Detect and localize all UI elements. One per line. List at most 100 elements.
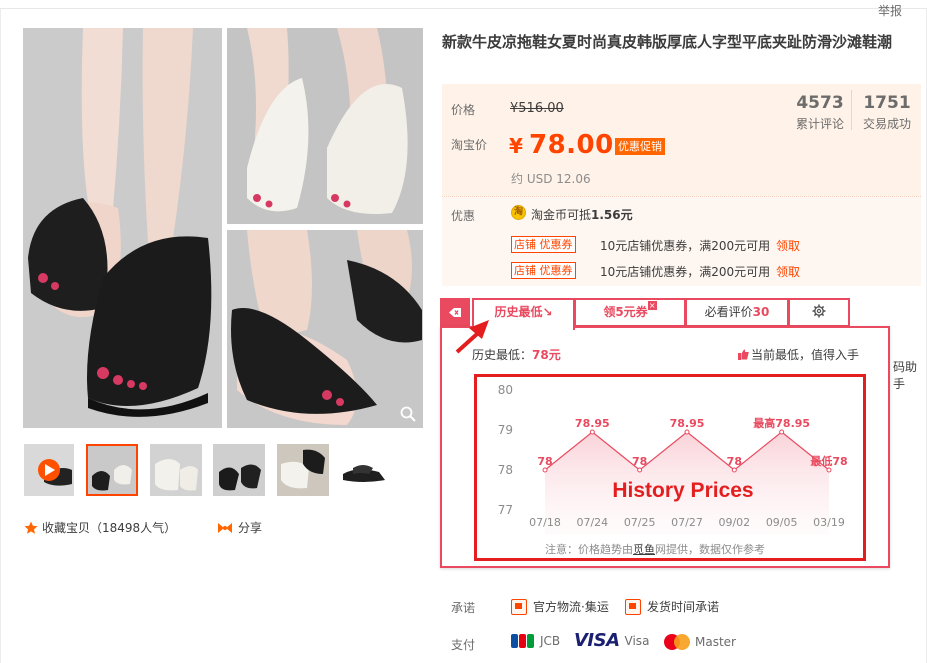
chart-note: 注意：价格趋势由觅鱼网提供，数据仅作参考	[545, 543, 765, 556]
price-label: 价格	[451, 103, 476, 117]
x-tick-label: 07/18	[529, 516, 561, 529]
usd-price: 约 USD 12.06	[511, 172, 591, 186]
share-icon	[218, 522, 232, 533]
zoom-icon[interactable]	[400, 406, 416, 422]
payment-master: Master	[664, 634, 736, 650]
y-tick-label: 79	[498, 423, 513, 437]
data-label: 78	[727, 455, 742, 468]
thumbnail-5[interactable]	[339, 444, 391, 496]
jcb-icon	[511, 634, 535, 648]
tab-label: 历史最低	[494, 305, 543, 319]
promo-badge[interactable]: 优惠促销	[615, 138, 665, 155]
price-point	[684, 429, 690, 435]
product-title: 新款牛皮凉拖鞋女夏时尚真皮韩版厚底人字型平底夹趾防滑沙滩鞋潮	[442, 33, 893, 51]
coupon-tag: 店铺 优惠券	[511, 262, 576, 279]
payment-text: Visa	[624, 633, 650, 648]
coin-icon: 淘	[511, 205, 526, 220]
reviews-label: 累计评论	[795, 117, 844, 131]
x-tick-label: 09/05	[766, 516, 798, 529]
share-label: 分享	[238, 521, 263, 535]
product-image-closeup[interactable]	[227, 230, 423, 428]
currency-symbol: ¥	[509, 134, 523, 158]
claim-coupon-button[interactable]: 领取	[776, 237, 800, 254]
data-label: 最高78.95	[753, 416, 810, 430]
data-label: 78.95	[575, 417, 610, 430]
price-point	[731, 467, 737, 473]
price-history-chart: 80 79 78 77 78 78.95 78 78.95 78 最高78.95 最低78 07/18…	[498, 383, 848, 535]
price-point	[637, 467, 643, 473]
price-point	[542, 467, 548, 473]
current-low: 当前最低，值得入手	[738, 346, 859, 363]
price-history-chart-frame: 80 79 78 77 78 78.95 78 78.95 78 最高78.95 最低78 07/18…	[474, 374, 866, 561]
original-price: ¥516.00	[510, 101, 564, 116]
coupon-tag: 店铺 优惠券	[511, 236, 576, 253]
payment-text: Master	[695, 635, 736, 649]
service-label: 承诺	[451, 601, 476, 615]
price-point	[779, 429, 785, 435]
y-tick-label: 80	[498, 383, 513, 397]
service-item-ship-time[interactable]: 发货时间承诺	[625, 598, 719, 615]
data-label: 78	[632, 455, 647, 468]
favorite-label: 收藏宝贝（18498人气）	[42, 521, 177, 535]
sales-label: 交易成功	[862, 117, 911, 131]
payment-label: 支付	[451, 638, 476, 652]
thumbnail-2[interactable]	[150, 444, 202, 496]
ship-time-icon	[625, 598, 641, 615]
reviews-stat[interactable]: 4573 累计评论	[790, 93, 850, 132]
mastercard-icon	[664, 634, 690, 650]
tab-label: 领5元券	[603, 305, 648, 319]
claim-coupon-button[interactable]: 领取	[776, 263, 800, 280]
report-link[interactable]: 举报	[878, 2, 902, 19]
tab-settings[interactable]	[788, 298, 850, 327]
payment-visa: VISA Visa	[574, 630, 649, 651]
current-low-text: 当前最低，值得入手	[751, 348, 860, 362]
main-product-image[interactable]	[23, 28, 222, 428]
coupon-text: 10元店铺优惠券，满200元可用	[600, 239, 771, 253]
data-label: 78	[537, 455, 552, 468]
current-price: 78.00	[529, 130, 614, 160]
sales-count: 1751	[863, 93, 911, 113]
thumbnail-video[interactable]	[24, 444, 74, 496]
x-tick-label: 03/19	[813, 516, 845, 529]
payment-text: JCB	[540, 634, 561, 648]
tab-label: 必看评价	[704, 305, 753, 319]
data-label: 78.95	[670, 417, 705, 430]
gear-icon	[812, 304, 826, 318]
thumbnail-1[interactable]	[86, 444, 138, 496]
x-tick-label: 09/02	[718, 516, 750, 529]
tab-coupon[interactable]: 领5元券×	[574, 298, 686, 327]
history-low-value: 78元	[532, 348, 561, 362]
price-point	[589, 429, 595, 435]
coupon-text: 10元店铺优惠券，满200元可用	[600, 265, 771, 279]
service-item-logistics[interactable]: 官方物流·集运	[511, 598, 609, 615]
favorite-button[interactable]: 收藏宝贝（18498人气）	[24, 519, 176, 536]
sales-stat: 1751 交易成功	[857, 93, 917, 132]
y-tick-label: 77	[498, 503, 513, 517]
chart-title: History Prices	[612, 479, 753, 502]
logistics-icon	[511, 598, 527, 615]
payment-jcb: JCB	[511, 634, 560, 648]
x-tick-label: 07/24	[576, 516, 608, 529]
tab-count: 30	[752, 305, 770, 319]
service-text: 发货时间承诺	[647, 600, 720, 614]
taobao-price-label: 淘宝价	[451, 138, 488, 152]
promotion-label: 优惠	[451, 209, 476, 223]
share-button[interactable]: 分享	[217, 519, 262, 536]
stat-divider	[851, 90, 852, 130]
thumbs-up-icon	[738, 349, 749, 360]
product-image-white[interactable]	[227, 28, 423, 224]
visa-logo-icon: VISA	[574, 630, 620, 651]
red-arrow-annotation	[455, 320, 489, 354]
coin-text: 淘金币可抵1.56元	[531, 208, 633, 222]
y-tick-label: 78	[498, 463, 513, 477]
thumbnail-4[interactable]	[277, 444, 329, 496]
price-point	[826, 467, 832, 473]
tab-reviews[interactable]: 必看评价30	[685, 298, 789, 327]
star-icon	[24, 521, 38, 534]
service-text: 官方物流·集运	[533, 600, 609, 614]
x-tick-label: 07/27	[671, 516, 703, 529]
coupon-badge-icon: ×	[647, 301, 657, 310]
source-link[interactable]: 觅鱼	[633, 543, 655, 556]
top-divider	[0, 8, 927, 9]
thumbnail-3[interactable]	[213, 444, 265, 496]
